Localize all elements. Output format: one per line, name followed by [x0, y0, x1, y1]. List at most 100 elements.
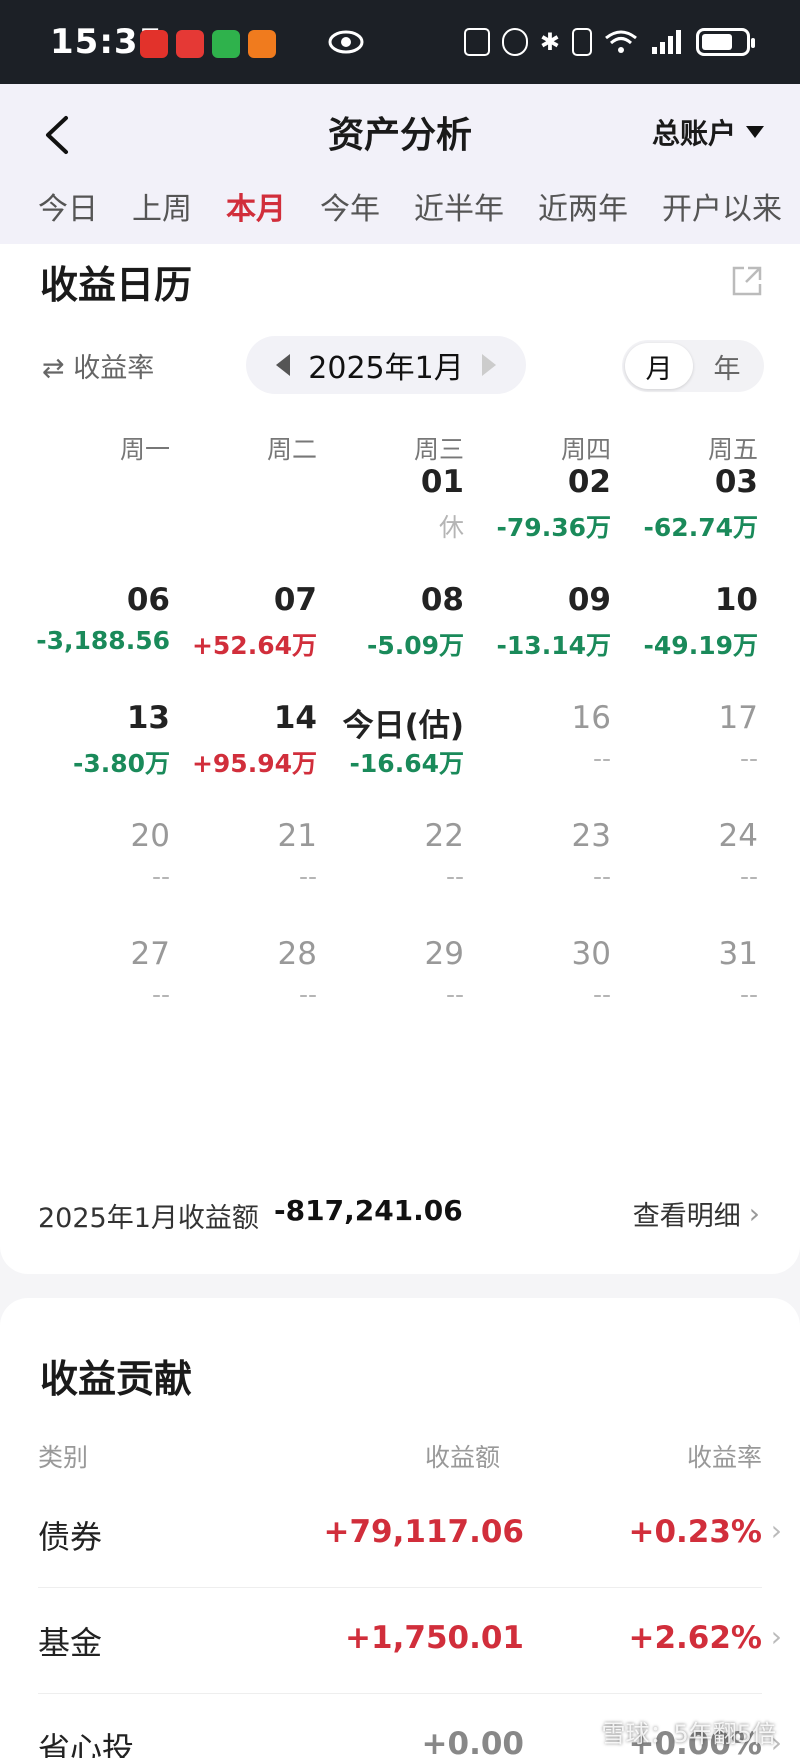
tab-this-month[interactable]: 本月: [226, 184, 286, 228]
row-category: 债券: [38, 1518, 103, 1556]
day-earnings: -79.36万: [496, 513, 611, 542]
account-dropdown[interactable]: 总账户: [652, 112, 764, 152]
battery-icon: [696, 28, 755, 56]
status-bar: 15:35 ✱: [0, 0, 800, 84]
alarm-icon: [501, 28, 528, 56]
calendar-day[interactable]: 08 -5.09万: [304, 582, 464, 660]
contribution-row[interactable]: 基金 +1,750.01 +2.62% ›: [38, 1588, 782, 1694]
tab-today[interactable]: 今日: [38, 184, 98, 228]
tab-this-year[interactable]: 今年: [320, 184, 380, 228]
day-number: 17: [718, 700, 758, 736]
view-year-button[interactable]: 年: [693, 343, 761, 389]
jd-app-icon: [176, 30, 204, 58]
day-earnings: --: [151, 980, 170, 1009]
toggle-rate-label: ⇄ 收益率: [42, 353, 155, 384]
day-number: 14: [273, 700, 317, 736]
day-earnings: --: [298, 862, 317, 891]
day-number: 27: [130, 936, 170, 972]
calendar-day: 22 --: [304, 818, 464, 896]
earnings-contribution-card: 收益贡献 类别 收益额 收益率 债券 +79,117.06 +0.23% › 基…: [0, 1298, 800, 1758]
notification-icons: [140, 30, 276, 58]
tab-last-week[interactable]: 上周: [132, 184, 192, 228]
day-earnings: +95.94万: [191, 749, 317, 778]
day-number: 16: [571, 700, 611, 736]
taobao-icon: [248, 30, 276, 58]
view-switch: 月 年: [622, 340, 764, 392]
chevron-right-icon: ›: [770, 1514, 782, 1547]
day-earnings: -49.19万: [643, 631, 758, 660]
contribution-row[interactable]: 债券 +79,117.06 +0.23% ›: [38, 1482, 782, 1588]
day-number: 24: [718, 818, 758, 854]
calendar-day[interactable]: 02 -79.36万: [451, 464, 611, 542]
day-number: 21: [277, 818, 317, 854]
day-earnings: --: [592, 744, 611, 773]
calendar-day[interactable]: 09 -13.14万: [451, 582, 611, 660]
calendar-day: 27 --: [10, 936, 170, 1014]
earnings-calendar-card: 收益日历 ⇄ 收益率 2025年1月 月 年 周一 周二 周三 周四 周五 01…: [0, 244, 800, 1274]
weekday-label: 周五: [707, 435, 758, 464]
calendar-day[interactable]: 14 +95.94万: [157, 700, 317, 778]
day-earnings: -3,188.56: [36, 626, 170, 655]
section-title: 收益贡献: [40, 1357, 193, 1401]
calendar-day[interactable]: 07 +52.64万: [157, 582, 317, 660]
bluetooth-icon: ✱: [539, 28, 560, 56]
chevron-right-icon: ›: [770, 1620, 782, 1653]
day-earnings: --: [445, 980, 464, 1009]
column-header-amount: 收益额: [424, 1443, 500, 1472]
tab-half-year[interactable]: 近半年: [414, 184, 504, 228]
app-header: 资产分析 总账户 今日 上周 本月 今年 近半年 近两年 开户以来: [0, 84, 800, 244]
row-amount: +1,750.01: [345, 1620, 524, 1656]
chevron-right-icon: ›: [748, 1197, 760, 1230]
row-category: 基金: [38, 1624, 103, 1662]
wechat-icon: [212, 30, 240, 58]
calendar-day: 23 --: [451, 818, 611, 896]
caret-down-icon: [746, 126, 764, 138]
day-number: 06: [126, 582, 170, 618]
share-icon[interactable]: [730, 264, 764, 298]
day-number: 28: [277, 936, 317, 972]
tab-two-years[interactable]: 近两年: [538, 184, 628, 228]
day-number: 02: [567, 464, 611, 500]
day-earnings: --: [298, 980, 317, 1009]
calendar-day[interactable]: 今日(估) -16.64万: [304, 700, 464, 778]
row-category: 省心投: [38, 1730, 135, 1758]
tab-since-open[interactable]: 开户以来: [662, 184, 782, 228]
day-earnings: -62.74万: [643, 513, 758, 542]
month-total-label: 2025年1月收益额: [38, 1203, 259, 1234]
view-details-link[interactable]: 查看明细 ›: [633, 1194, 760, 1233]
day-number: 29: [424, 936, 464, 972]
wifi-icon: [605, 30, 637, 53]
day-number: 今日(估): [342, 708, 464, 744]
system-icons: ✱: [463, 28, 755, 56]
toggle-rate-button[interactable]: ⇄ 收益率: [42, 346, 154, 385]
account-label: 总账户: [651, 117, 736, 150]
view-month-button[interactable]: 月: [625, 343, 693, 389]
calendar-day: 30 --: [451, 936, 611, 1014]
calendar-day[interactable]: 06 -3,188.56: [10, 582, 170, 660]
day-number: 22: [424, 818, 464, 854]
day-earnings: --: [592, 862, 611, 891]
view-details-label: 查看明细: [632, 1201, 741, 1232]
day-earnings: --: [739, 744, 758, 773]
calendar-day: 31 --: [598, 936, 758, 1014]
calendar-day[interactable]: 03 -62.74万: [598, 464, 758, 542]
prev-month-icon[interactable]: [276, 354, 290, 376]
row-amount: +0.00: [421, 1726, 524, 1758]
eye-icon: [328, 30, 364, 54]
calendar-day: 28 --: [157, 936, 317, 1014]
calendar-day[interactable]: 01 休: [304, 464, 464, 542]
day-earnings: --: [592, 980, 611, 1009]
weekday-label: 周四: [560, 435, 611, 464]
column-header-category: 类别: [38, 1443, 89, 1472]
calendar-day[interactable]: 13 -3.80万: [10, 700, 170, 778]
calendar-day: 16 --: [451, 700, 611, 778]
calendar-day[interactable]: 10 -49.19万: [598, 582, 758, 660]
nfc-icon: [463, 28, 490, 56]
month-label: 2025年1月: [308, 351, 464, 386]
watermark: 雪球：5年翻5倍: [601, 1720, 776, 1748]
next-month-icon[interactable]: [482, 354, 496, 376]
shopping-app-icon: [140, 30, 168, 58]
day-earnings: --: [445, 862, 464, 891]
calendar-day: 20 --: [10, 818, 170, 896]
calendar-day: 24 --: [598, 818, 758, 896]
